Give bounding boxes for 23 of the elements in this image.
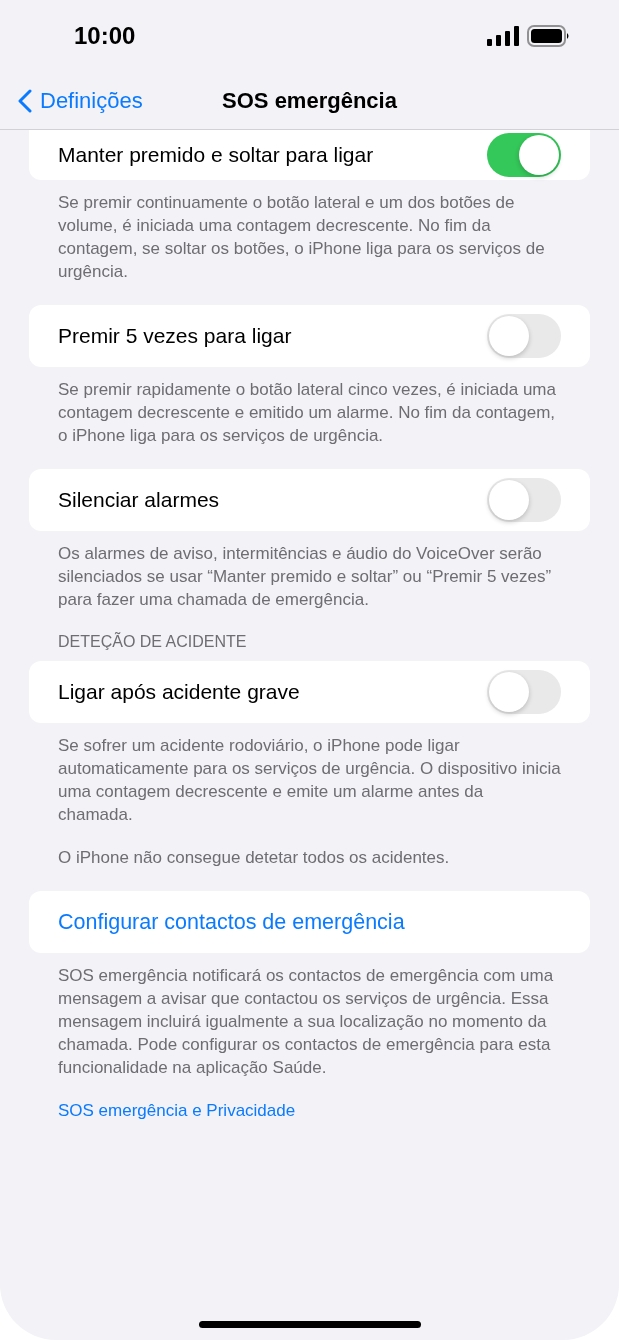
footer-text: O iPhone não consegue detetar todos os acidentes. <box>58 847 451 869</box>
footer-text: Se premir rapidamente o botão lateral cinco vezes, é iniciada uma contagem decrescente e emitido um alarme. No fim da contagem, o iPhone liga para os serviços de urgência. <box>58 379 557 447</box>
page-title: SOS emergência <box>222 87 397 114</box>
toggle-switch[interactable] <box>487 670 561 714</box>
configure-link[interactable]: Configurar contactos de emergência <box>29 891 590 953</box>
footer-text: SOS emergência notificará os contactos de emergência com uma mensagem a avisar que contactou os serviços de urgência. Essa mensagem incluirá igualmente a sua localização no momento da chamada. Pode configurar os contactos de emergência para esta funcionalidade na aplicação Saúde. <box>58 965 555 1079</box>
row-label: Manter premido e soltar para ligar <box>58 143 374 167</box>
footer-text: Os alarmes de aviso, intermitências e áudio do VoiceOver serão silenciados se usar “Manter premido e soltar” ou “Premir 5 vezes” para fazer uma chamada de emergência. <box>58 543 553 611</box>
footer-text: Se sofrer um acidente rodoviário, o iPhone pode ligar automaticamente para os serviços de urgência. O dispositivo inicia uma contagem decrescente e emite um alarme antes da chamada. <box>58 735 561 826</box>
signal-icon <box>487 26 519 46</box>
back-button[interactable]: Definições <box>18 87 143 114</box>
row-label: Silenciar alarmes <box>58 488 220 512</box>
toggle-switch[interactable] <box>487 478 561 522</box>
toggle-switch[interactable] <box>487 314 561 358</box>
footer-text: Se premir continuamente o botão lateral e um dos botões de volume, é iniciada uma contagem decrescente. No fim da contagem, se soltar os botões, o iPhone liga para os serviços de urgência. <box>58 192 546 283</box>
status-time: 10:00 <box>74 22 136 50</box>
chevron-left-icon <box>18 88 32 113</box>
battery-icon <box>527 25 571 47</box>
section-header: DETEÇÃO DE ACIDENTE <box>58 633 248 651</box>
privacy-link[interactable]: SOS emergência e Privacidade <box>58 1099 296 1122</box>
row-label: Premir 5 vezes para ligar <box>58 324 292 348</box>
toggle-switch[interactable] <box>487 133 561 177</box>
row-label: Ligar após acidente grave <box>58 680 300 704</box>
